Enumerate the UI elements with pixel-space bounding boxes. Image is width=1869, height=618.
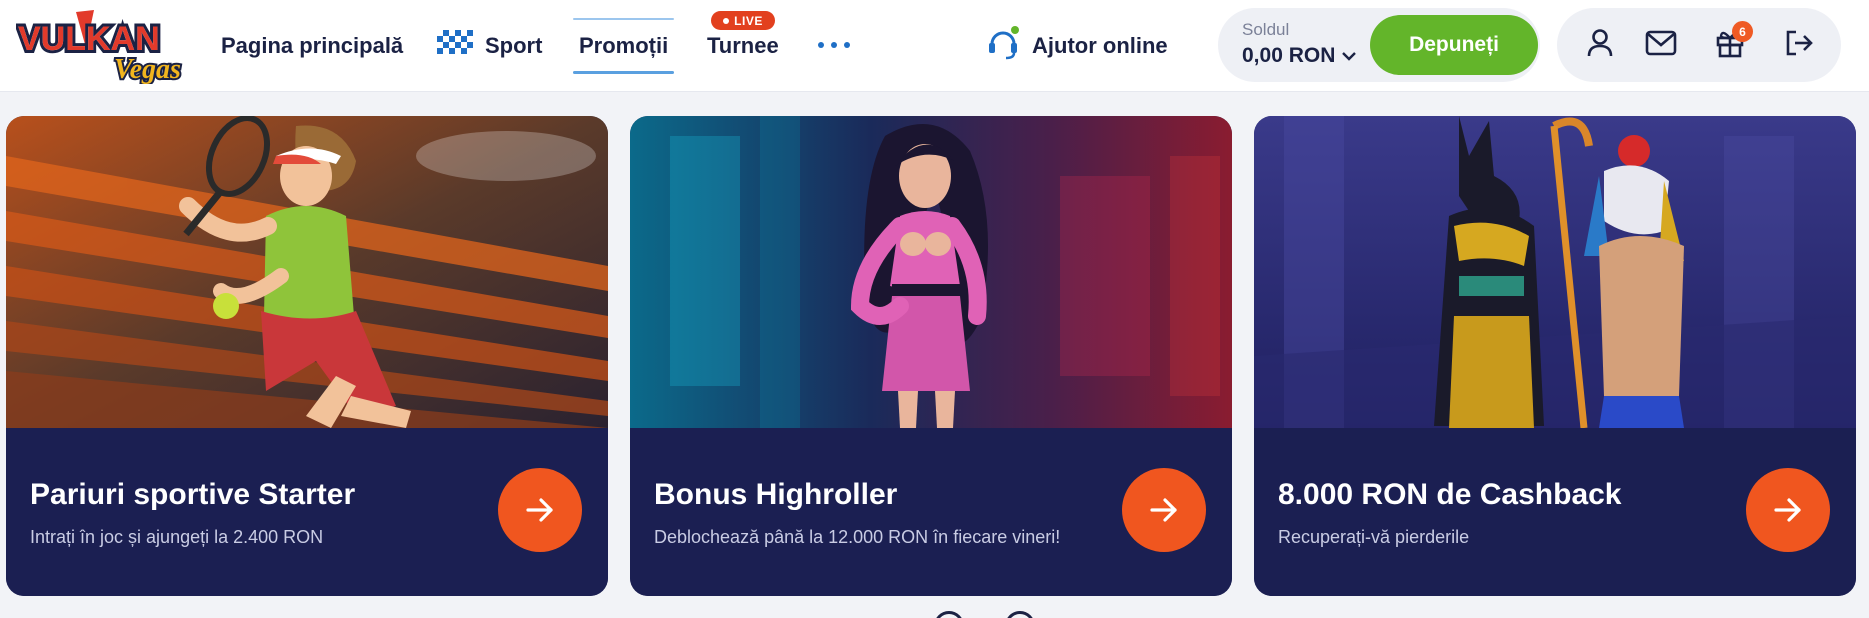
gift-count-badge: 6 [1732,21,1753,42]
top-header: VULKAN VULKAN Vegas Pagina principală Sp… [0,0,1869,92]
more-dots-icon[interactable] [818,30,850,60]
help-online-button[interactable]: Ajutor online [986,26,1168,66]
chevron-down-icon [1341,44,1357,68]
arrow-right-button[interactable] [498,468,582,552]
live-badge-label: LIVE [734,13,763,28]
balance-dropdown[interactable]: 0,00 RON [1242,44,1357,68]
egyptian-gods-illustration [1254,116,1856,428]
promo-card-cashback[interactable]: 8.000 RON de Cashback Recuperați-vă pier… [1254,116,1856,596]
live-dot-icon [723,17,730,24]
deposit-button[interactable]: Depuneți [1370,15,1538,75]
promo-card-sports-starter[interactable]: Pariuri sportive Starter Intrați în joc … [6,116,608,596]
nav-promotions-label: Promoții [579,33,669,58]
carousel-prev-dot[interactable] [934,611,964,618]
promo-subtitle: Intrați în joc și ajungeți la 2.400 RON [30,527,324,547]
carousel-next-dot[interactable] [1005,611,1035,618]
nav-tournaments[interactable]: Turnee [707,28,779,64]
promo-title: Bonus Highroller [654,478,898,511]
promo-card-body: Bonus Highroller Deblochează până la 12.… [630,428,1232,596]
logout-icon[interactable] [1782,26,1816,60]
svg-text:VULKAN: VULKAN [18,20,160,58]
balance-value: 0,00 RON [1242,44,1336,67]
arrow-right-icon [1150,498,1177,522]
nav-sport[interactable]: Sport [437,28,542,64]
balance-label: Soldul [1242,20,1290,39]
tennis-player-illustration [6,116,608,428]
promo-subtitle: Deblochează până la 12.000 RON în fiecar… [654,527,1061,547]
highroller-woman-illustration [630,116,1232,428]
arrow-right-button[interactable] [1746,468,1830,552]
nav-tournaments-label: Turnee [707,33,779,58]
nav-sport-label: Sport [485,33,543,58]
user-icon[interactable] [1583,26,1617,60]
promo-subtitle: Recuperați-vă pierderile [1278,527,1470,547]
arrow-right-button[interactable] [1122,468,1206,552]
promo-card-highroller[interactable]: Bonus Highroller Deblochează până la 12.… [630,116,1232,596]
arrow-right-icon [1774,498,1801,522]
nav-home[interactable]: Pagina principală [221,28,403,64]
promo-title: Pariuri sportive Starter [30,478,356,511]
mail-icon[interactable] [1644,26,1678,60]
nav-home-label: Pagina principală [221,33,404,58]
help-online-label: Ajutor online [1032,33,1168,58]
promo-card-body: 8.000 RON de Cashback Recuperați-vă pier… [1254,428,1856,596]
nav-promotions[interactable]: Promoții [572,18,675,74]
checkered-flag-icon [437,30,475,62]
svg-text:Vegas: Vegas [114,54,181,84]
headset-icon [986,26,1020,66]
arrow-right-icon [526,498,553,522]
vulkan-vegas-logo[interactable]: VULKAN VULKAN Vegas [15,8,198,87]
promo-title: 8.000 RON de Cashback [1278,478,1622,511]
promo-card-body: Pariuri sportive Starter Intrați în joc … [6,428,608,596]
